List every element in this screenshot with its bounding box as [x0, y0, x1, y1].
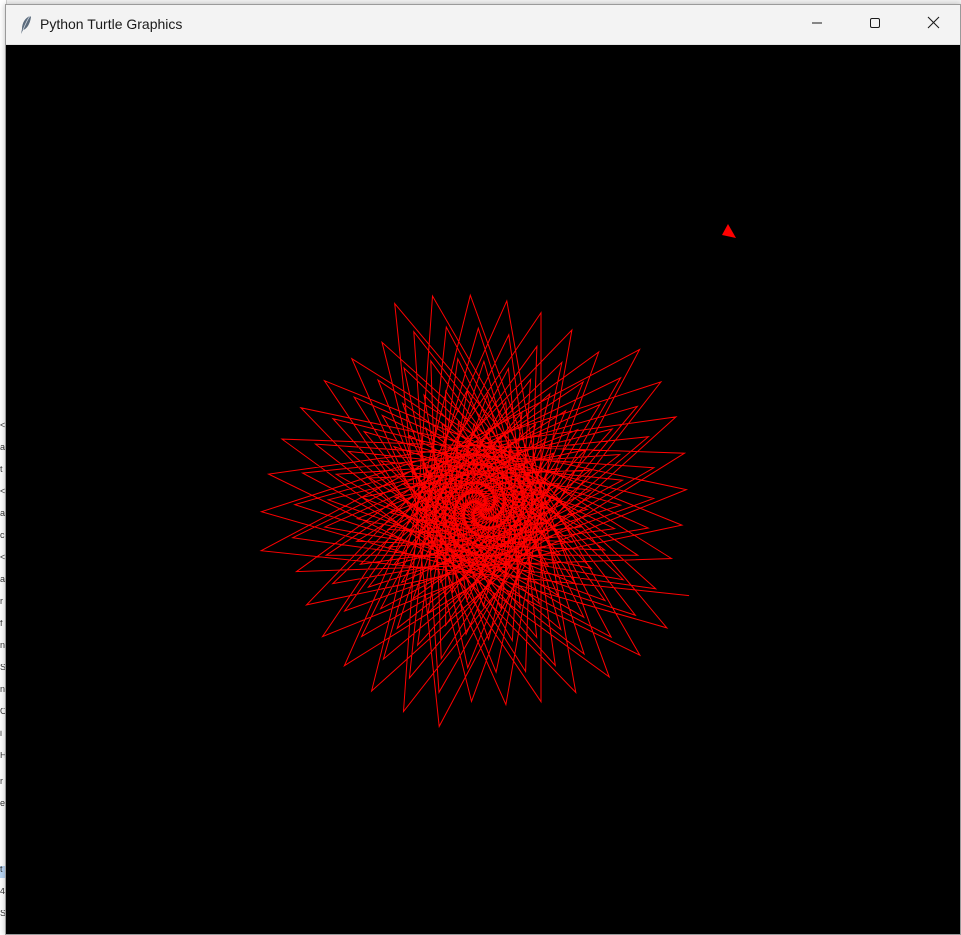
turtle-canvas[interactable] [9, 45, 959, 933]
minimize-button[interactable] [788, 5, 846, 45]
arrow-icon [722, 224, 736, 238]
spiral-star-pattern [259, 293, 690, 729]
spiral-drawing [9, 45, 959, 933]
window-title: Python Turtle Graphics [40, 16, 183, 32]
python-feather-icon [18, 15, 34, 35]
maximize-icon [869, 16, 881, 34]
maximize-button[interactable] [846, 5, 904, 45]
minimize-icon [811, 16, 823, 34]
close-icon [927, 16, 940, 34]
pen-trail [259, 293, 690, 729]
close-button[interactable] [904, 5, 961, 45]
turtle-graphics-window: Python Turtle Graphics [5, 4, 961, 935]
title-bar[interactable]: Python Turtle Graphics [6, 5, 960, 45]
